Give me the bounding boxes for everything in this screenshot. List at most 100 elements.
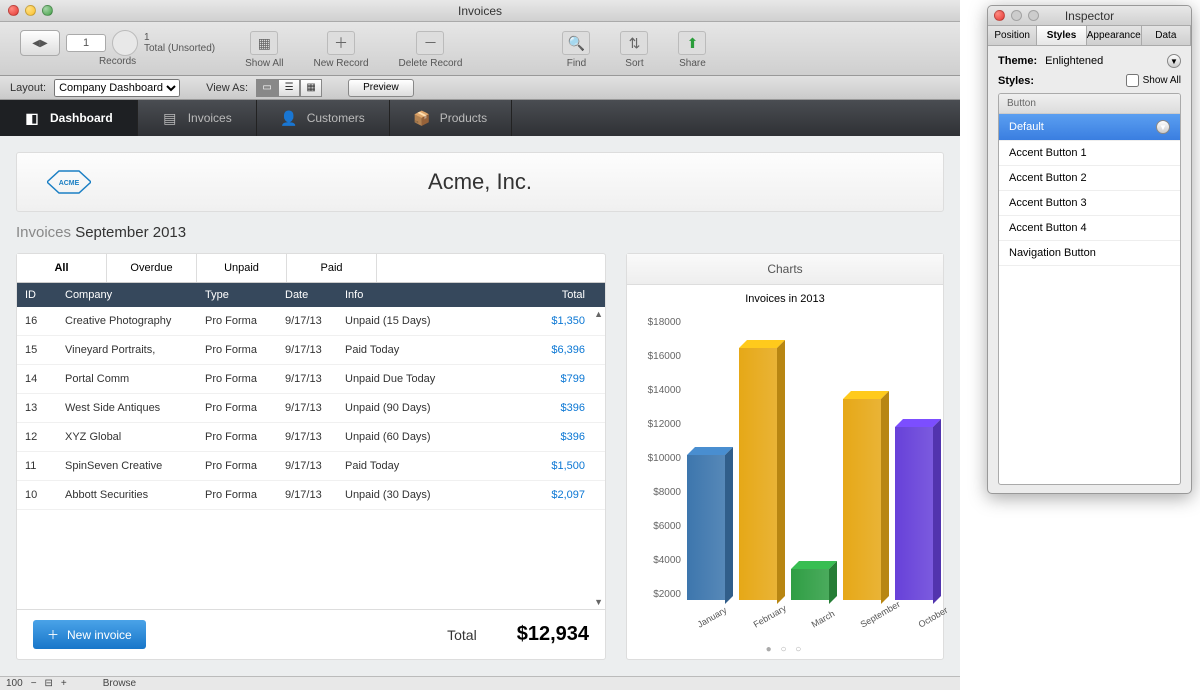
- showall-checkbox[interactable]: Show All: [1126, 74, 1181, 87]
- table-row[interactable]: 14Portal CommPro Forma9/17/13Unpaid Due …: [17, 365, 605, 394]
- view-form-icon[interactable]: ▭: [256, 79, 278, 97]
- section-title: Invoices September 2013: [16, 224, 944, 241]
- table-row[interactable]: 12XYZ GlobalPro Forma9/17/13Unpaid (60 D…: [17, 423, 605, 452]
- inspector-tab-position[interactable]: Position: [988, 26, 1037, 45]
- zoom-out-icon[interactable]: −: [31, 678, 37, 689]
- table-row[interactable]: 13West Side AntiquesPro Forma9/17/13Unpa…: [17, 394, 605, 423]
- status-bar: 100 − ⊟ + Browse: [0, 676, 960, 690]
- tab-overdue[interactable]: Overdue: [107, 254, 197, 282]
- find-button[interactable]: 🔍Find: [562, 28, 590, 69]
- chevron-down-icon[interactable]: ▼: [1156, 120, 1170, 134]
- window-title: Invoices: [0, 4, 960, 18]
- nav-item-customers[interactable]: 👤Customers: [257, 100, 390, 136]
- show-all-button[interactable]: ▦Show All: [245, 28, 283, 69]
- box-icon: 📦: [414, 110, 430, 126]
- chart-bar[interactable]: [895, 427, 933, 600]
- chart-area: $18000$16000$14000$12000$10000$8000$6000…: [627, 309, 943, 640]
- share-button[interactable]: ⬆Share: [678, 28, 706, 69]
- scroll-up-icon: ▲: [594, 309, 603, 319]
- plus-icon: ＋: [47, 626, 59, 643]
- records-label: Records: [99, 56, 136, 67]
- zoom-toggle-icon[interactable]: ⊟: [45, 678, 53, 689]
- mode-label[interactable]: Browse: [103, 678, 136, 689]
- close-icon[interactable]: [994, 10, 1005, 21]
- record-nav-buttons[interactable]: ◀▶: [20, 30, 60, 56]
- panel-footer: ＋New invoice Total $12,934: [17, 609, 605, 659]
- chart-bar[interactable]: [687, 455, 725, 600]
- chart-bar[interactable]: [791, 569, 829, 600]
- theme-label: Theme:: [998, 55, 1037, 67]
- deleterecord-icon: －: [416, 31, 444, 55]
- table-row[interactable]: 11SpinSeven CreativePro Forma9/17/13Paid…: [17, 452, 605, 481]
- layout-label: Layout:: [10, 82, 46, 94]
- layout-select[interactable]: Company Dashboard: [54, 79, 180, 97]
- table-row[interactable]: 15Vineyard Portraits,Pro Forma9/17/13Pai…: [17, 336, 605, 365]
- pager-dots[interactable]: ● ○ ○: [627, 640, 943, 659]
- total-value: $12,934: [517, 623, 589, 646]
- chevron-down-icon[interactable]: ▼: [1167, 54, 1181, 68]
- inspector-panel[interactable]: Inspector PositionStylesAppearanceData T…: [987, 5, 1192, 494]
- inspector-tab-data[interactable]: Data: [1142, 26, 1191, 45]
- tab-paid[interactable]: Paid: [287, 254, 377, 282]
- zoom-icon[interactable]: [42, 5, 53, 16]
- zoom-in-icon[interactable]: +: [61, 678, 67, 689]
- preview-button[interactable]: Preview: [348, 79, 414, 97]
- chart-yaxis: $18000$16000$14000$12000$10000$8000$6000…: [627, 309, 685, 600]
- table-row[interactable]: 10Abbott SecuritiesPro Forma9/17/13Unpai…: [17, 481, 605, 510]
- window-titlebar[interactable]: Invoices: [0, 0, 960, 22]
- newrecord-icon: ＋: [327, 31, 355, 55]
- style-item[interactable]: Accent Button 2: [999, 166, 1180, 191]
- inspector-tabs: PositionStylesAppearanceData: [988, 26, 1191, 46]
- zoom-value[interactable]: 100: [6, 678, 23, 689]
- style-item[interactable]: Navigation Button: [999, 241, 1180, 266]
- style-item[interactable]: Accent Button 3: [999, 191, 1180, 216]
- style-item[interactable]: Accent Button 4: [999, 216, 1180, 241]
- table-row[interactable]: 16Creative PhotographyPro Forma9/17/13Un…: [17, 307, 605, 336]
- search-icon: 🔍: [562, 31, 590, 55]
- view-list-icon[interactable]: ☰: [278, 79, 300, 97]
- chart-bar[interactable]: [843, 399, 881, 600]
- scroll-indicator[interactable]: ▲▼: [594, 309, 603, 607]
- company-name: Acme, Inc.: [17, 169, 943, 195]
- view-mode-group: ▭ ☰ ▦: [256, 79, 322, 97]
- tab-unpaid[interactable]: Unpaid: [197, 254, 287, 282]
- zoom-icon[interactable]: [1028, 10, 1039, 21]
- sort-button[interactable]: ⇅Sort: [620, 28, 648, 69]
- charts-panel: Charts Invoices in 2013 $18000$16000$140…: [626, 253, 944, 660]
- table-body[interactable]: ▲▼ 16Creative PhotographyPro Forma9/17/1…: [17, 307, 605, 609]
- nav-item-invoices[interactable]: ▤Invoices: [138, 100, 257, 136]
- invoice-tabs: AllOverdueUnpaidPaid: [17, 254, 605, 283]
- inspector-titlebar[interactable]: Inspector: [988, 6, 1191, 26]
- main-window: Invoices ◀▶ 1 1 Total (Unsorted) Records…: [0, 0, 960, 690]
- scroll-down-icon: ▼: [594, 597, 603, 607]
- chart-title: Invoices in 2013: [627, 293, 943, 305]
- records-group: ◀▶ 1 1 Total (Unsorted) Records: [20, 30, 215, 67]
- chart-bars: [687, 317, 933, 600]
- list-icon: ▤: [162, 110, 178, 126]
- close-icon[interactable]: [8, 5, 19, 16]
- minimize-icon[interactable]: [25, 5, 36, 16]
- viewas-label: View As:: [206, 82, 248, 94]
- style-item[interactable]: Accent Button 1: [999, 141, 1180, 166]
- minimize-icon[interactable]: [1011, 10, 1022, 21]
- nav-item-products[interactable]: 📦Products: [390, 100, 512, 136]
- chart-bar[interactable]: [739, 348, 777, 600]
- traffic-lights: [8, 5, 53, 16]
- style-item[interactable]: Default▼: [999, 114, 1180, 141]
- new-record-button[interactable]: ＋New Record: [314, 28, 369, 69]
- inspector-tab-appearance[interactable]: Appearance: [1087, 26, 1142, 45]
- sort-icon: ⇅: [620, 31, 648, 55]
- pie-icon[interactable]: [112, 30, 138, 56]
- inspector-body: Theme: Enlightened ▼ Styles: Show All Bu…: [988, 46, 1191, 493]
- new-invoice-button[interactable]: ＋New invoice: [33, 620, 146, 649]
- record-number-field[interactable]: 1: [66, 34, 106, 52]
- style-group-header: Button: [999, 94, 1180, 114]
- company-header: ACME Acme, Inc.: [16, 152, 944, 212]
- nav-item-dashboard[interactable]: ◧Dashboard: [0, 100, 138, 136]
- content-area: ACME Acme, Inc. Invoices September 2013 …: [0, 136, 960, 676]
- view-table-icon[interactable]: ▦: [300, 79, 322, 97]
- share-icon: ⬆: [678, 31, 706, 55]
- delete-record-button[interactable]: －Delete Record: [399, 28, 463, 69]
- tab-all[interactable]: All: [17, 254, 107, 282]
- inspector-tab-styles[interactable]: Styles: [1037, 26, 1086, 45]
